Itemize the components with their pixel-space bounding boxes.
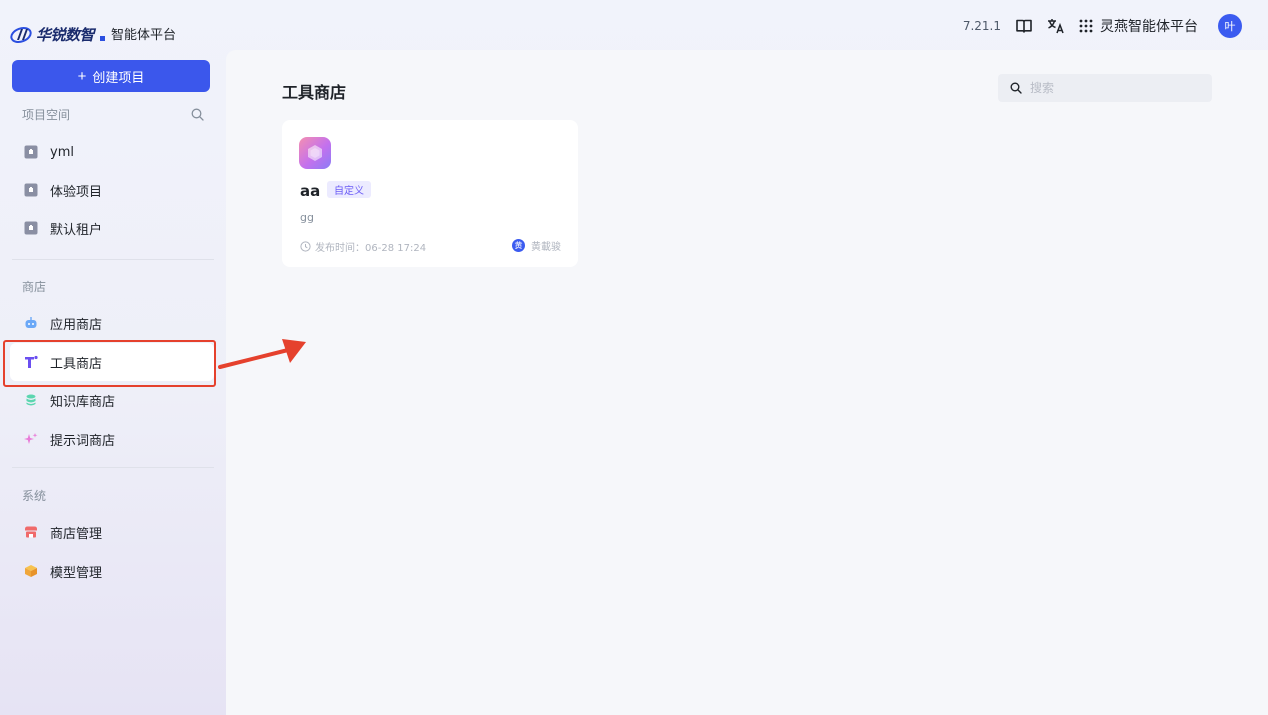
search-icon[interactable]	[191, 108, 204, 121]
brand[interactable]: 华锐数智 智能体平台	[10, 20, 176, 44]
store-section-title: 商店	[22, 280, 47, 294]
clock-icon	[300, 241, 311, 252]
create-project-label: 创建项目	[92, 69, 145, 85]
project-section-title: 项目空间	[22, 108, 71, 122]
sidebar-item-label: 体验项目	[50, 184, 103, 200]
sidebar-item-label: 知识库商店	[50, 394, 116, 410]
author-avatar: 黄	[512, 239, 525, 252]
gem-icon	[308, 145, 322, 161]
cube-icon	[24, 564, 38, 578]
sidebar-item-app-store[interactable]: 应用商店	[10, 304, 214, 342]
sidebar-item-model-management[interactable]: 模型管理	[10, 552, 214, 590]
tool-card-tag: 自定义	[327, 181, 371, 198]
robot-icon	[24, 316, 38, 330]
translate-icon[interactable]	[1047, 17, 1065, 35]
create-project-button[interactable]: + 创建项目	[12, 60, 210, 92]
main-panel: 工具商店 aa 自定义 gg 发布时间：06-28 17:24 黄 黄載骏	[226, 50, 1268, 715]
brand-dot	[100, 36, 106, 41]
tool-card-publish-time: 发布时间：06-28 17:24	[300, 239, 426, 254]
book-icon[interactable]	[1015, 17, 1033, 35]
sidebar-item-project-default-tenant[interactable]: 默认租户	[10, 209, 214, 247]
sidebar-item-label: 商店管理	[50, 526, 103, 542]
tool-card[interactable]: aa 自定义 gg 发布时间：06-28 17:24 黄 黄載骏	[282, 120, 578, 267]
store-icon	[24, 525, 38, 539]
brand-name: 华锐数智	[36, 26, 95, 44]
project-section-header: 项目空间	[22, 106, 204, 123]
app-switcher[interactable]: 灵燕智能体平台	[1079, 16, 1198, 36]
brand-logo-icon	[10, 26, 32, 44]
user-avatar[interactable]: 叶	[1218, 14, 1242, 38]
system-section-header: 系统	[22, 487, 204, 504]
sidebar-item-label: yml	[50, 144, 74, 160]
app-switcher-label: 灵燕智能体平台	[1100, 19, 1198, 35]
project-folder-icon	[24, 183, 38, 197]
sidebar-item-label: 应用商店	[50, 317, 103, 333]
project-folder-icon	[24, 145, 38, 159]
store-section-header: 商店	[22, 278, 204, 295]
sidebar: + 创建项目 项目空间 yml 体验项目 默认租户 商店 应用商店 工具商店 知…	[0, 50, 226, 715]
plus-icon: +	[77, 67, 87, 85]
search-input[interactable]	[1030, 81, 1200, 95]
tool-card-author: 黄 黄載骏	[512, 238, 561, 253]
sidebar-item-prompt-store[interactable]: 提示词商店	[10, 420, 214, 458]
sidebar-item-store-management[interactable]: 商店管理	[10, 513, 214, 551]
search-icon	[1010, 82, 1022, 94]
tool-icon-avatar	[299, 137, 331, 169]
sidebar-item-label: 提示词商店	[50, 433, 116, 449]
page-title: 工具商店	[282, 83, 347, 102]
sidebar-item-project-trial[interactable]: 体验项目	[10, 171, 214, 209]
sidebar-item-label: 默认租户	[50, 222, 103, 238]
top-header: 华锐数智 智能体平台 7.21.1 灵燕智能体平台 叶	[0, 0, 1268, 50]
tool-card-name: aa	[300, 182, 321, 200]
apps-grid-icon	[1079, 19, 1093, 33]
search-box[interactable]	[998, 74, 1212, 102]
version-label: 7.21.1	[962, 19, 1001, 33]
header-actions: 7.21.1 灵燕智能体平台 叶	[963, 13, 1242, 39]
sidebar-item-project-yml[interactable]: yml	[10, 133, 214, 171]
publish-time-text: 发布时间：06-28 17:24	[315, 243, 427, 254]
brand-subtitle: 智能体平台	[111, 28, 177, 43]
sidebar-divider	[12, 467, 214, 468]
annotation-arrow	[218, 339, 306, 369]
tool-card-description: gg	[300, 211, 314, 224]
sparkle-icon	[24, 432, 38, 446]
annotation-highlight-box	[3, 340, 216, 387]
database-icon	[24, 393, 38, 407]
sidebar-divider	[12, 259, 214, 260]
system-section-title: 系统	[22, 489, 47, 503]
sidebar-item-label: 模型管理	[50, 565, 103, 581]
author-name: 黄載骏	[531, 242, 561, 253]
project-folder-icon	[24, 221, 38, 235]
